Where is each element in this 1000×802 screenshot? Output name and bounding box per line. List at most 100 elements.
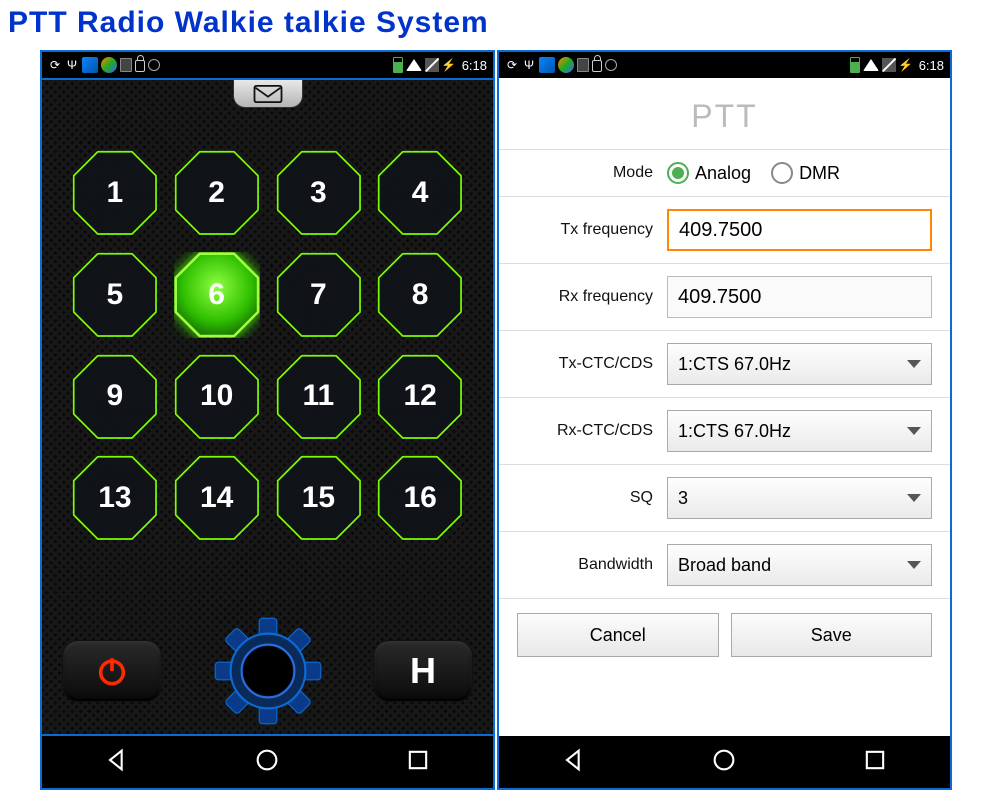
sq-select[interactable]: 3 <box>667 477 932 519</box>
android-navbar <box>42 736 493 788</box>
channel-button-16[interactable]: 16 <box>377 455 463 541</box>
rx-freq-input[interactable] <box>667 276 932 318</box>
power-button[interactable] <box>62 640 162 702</box>
nav-recents-button[interactable] <box>404 746 432 779</box>
channel-number: 7 <box>310 278 327 312</box>
channel-number: 3 <box>310 176 327 210</box>
settings-screen: PTT Mode Analog DMR Tx frequency <box>499 78 950 736</box>
nav-home-button[interactable] <box>710 746 738 779</box>
mode-label: Mode <box>517 164 667 182</box>
mail-button[interactable] <box>233 80 303 108</box>
radio-checked-icon <box>667 162 689 184</box>
usb-icon: Ψ <box>65 58 79 72</box>
phone-settings: ⟳ Ψ ⚡ 6:18 PTT Mode <box>497 50 952 790</box>
mode-analog-radio[interactable]: Analog <box>667 162 751 184</box>
circle-home-icon <box>710 746 738 774</box>
channel-button-10[interactable]: 10 <box>174 354 260 440</box>
nav-home-button[interactable] <box>253 746 281 779</box>
app-icon-2 <box>558 57 574 73</box>
channel-button-7[interactable]: 7 <box>276 252 362 338</box>
triangle-back-icon <box>560 746 588 774</box>
triangle-back-icon <box>103 746 131 774</box>
phone-pair: ⟳ Ψ ⚡ 6:18 123456789101112 <box>0 46 1000 790</box>
channel-button-1[interactable]: 1 <box>72 150 158 236</box>
status-bar: ⟳ Ψ ⚡ 6:18 <box>499 52 950 78</box>
clock: 6:18 <box>919 58 944 73</box>
mode-dmr-text: DMR <box>799 163 840 184</box>
lock-icon <box>135 60 145 72</box>
tx-ctc-value: 1:CTS 67.0Hz <box>678 354 791 375</box>
channel-number: 16 <box>403 481 436 515</box>
gear-icon <box>213 616 323 726</box>
charge-icon: ⚡ <box>899 58 913 72</box>
channel-number: 10 <box>200 379 233 413</box>
channel-button-2[interactable]: 2 <box>174 150 260 236</box>
channel-grid: 12345678910111213141516 <box>72 150 463 541</box>
channel-button-15[interactable]: 15 <box>276 455 362 541</box>
channel-button-11[interactable]: 11 <box>276 354 362 440</box>
channel-number: 4 <box>412 176 429 210</box>
clock: 6:18 <box>462 58 487 73</box>
charge-icon: ⚡ <box>442 58 456 72</box>
no-signal-icon <box>882 58 896 72</box>
tx-freq-label: Tx frequency <box>517 221 667 239</box>
channel-button-3[interactable]: 3 <box>276 150 362 236</box>
keypad-screen: 12345678910111213141516 <box>42 78 493 736</box>
radio-unchecked-icon <box>771 162 793 184</box>
phone-keypad: ⟳ Ψ ⚡ 6:18 123456789101112 <box>40 50 495 790</box>
usb-icon: Ψ <box>522 58 536 72</box>
tx-ctc-label: Tx-CTC/CDS <box>517 355 667 373</box>
android-navbar <box>499 736 950 788</box>
chevron-down-icon <box>907 561 921 569</box>
channel-number: 12 <box>403 379 436 413</box>
channel-button-12[interactable]: 12 <box>377 354 463 440</box>
channel-button-9[interactable]: 9 <box>72 354 158 440</box>
battery-icon <box>850 57 860 73</box>
tx-ctc-select[interactable]: 1:CTS 67.0Hz <box>667 343 932 385</box>
channel-number: 8 <box>412 278 429 312</box>
mode-dmr-radio[interactable]: DMR <box>771 162 840 184</box>
page-title: PTT Radio Walkie talkie System <box>0 0 1000 46</box>
cancel-button[interactable]: Cancel <box>517 613 719 657</box>
chevron-down-icon <box>907 360 921 368</box>
channel-button-5[interactable]: 5 <box>72 252 158 338</box>
sq-label: SQ <box>517 489 667 507</box>
mail-icon <box>253 85 283 103</box>
channel-number: 2 <box>208 176 225 210</box>
save-button[interactable]: Save <box>731 613 933 657</box>
nav-back-button[interactable] <box>560 746 588 779</box>
channel-number: 14 <box>200 481 233 515</box>
bandwidth-select[interactable]: Broad band <box>667 544 932 586</box>
chevron-down-icon <box>907 427 921 435</box>
rx-ctc-select[interactable]: 1:CTS 67.0Hz <box>667 410 932 452</box>
rx-ctc-label: Rx-CTC/CDS <box>517 422 667 440</box>
mode-analog-text: Analog <box>695 163 751 184</box>
power-icon <box>95 654 129 688</box>
sd-icon <box>120 58 132 72</box>
channel-number: 9 <box>107 379 124 413</box>
status-bar: ⟳ Ψ ⚡ 6:18 <box>42 52 493 78</box>
channel-number: 5 <box>107 278 124 312</box>
channel-number: 11 <box>303 379 335 413</box>
sync-icon: ⟳ <box>505 58 519 72</box>
app-icon-1 <box>82 57 98 73</box>
square-recents-icon <box>861 746 889 774</box>
channel-button-14[interactable]: 14 <box>174 455 260 541</box>
rx-freq-label: Rx frequency <box>517 288 667 306</box>
channel-number: 1 <box>107 176 124 210</box>
channel-button-13[interactable]: 13 <box>72 455 158 541</box>
tx-freq-input[interactable] <box>667 209 932 251</box>
nav-recents-button[interactable] <box>861 746 889 779</box>
no-signal-icon <box>425 58 439 72</box>
channel-button-4[interactable]: 4 <box>377 150 463 236</box>
sq-value: 3 <box>678 488 688 509</box>
nav-back-button[interactable] <box>103 746 131 779</box>
settings-gear-button[interactable] <box>213 616 323 726</box>
channel-button-6[interactable]: 6 <box>174 252 260 338</box>
sync-icon: ⟳ <box>48 58 62 72</box>
debug-icon <box>605 59 617 71</box>
channel-button-8[interactable]: 8 <box>377 252 463 338</box>
app-icon-1 <box>539 57 555 73</box>
h-button[interactable]: H <box>373 640 473 702</box>
rx-ctc-value: 1:CTS 67.0Hz <box>678 421 791 442</box>
